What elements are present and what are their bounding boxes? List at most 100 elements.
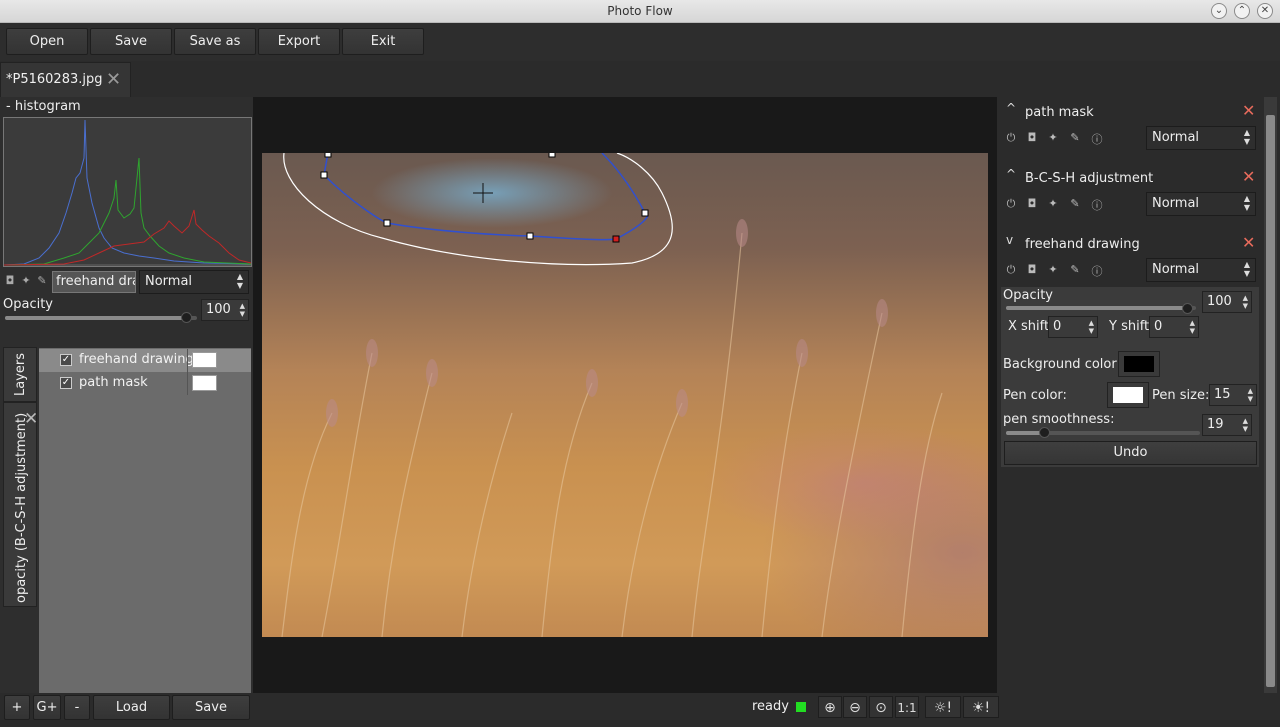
background-color-swatch	[1124, 356, 1154, 372]
close-layer-icon[interactable]: ✕	[1242, 101, 1255, 120]
side-tabs: Layers ✕ opacity (B-C-S-H adjustment)	[3, 345, 38, 640]
layer-editor-title: path mask	[1025, 105, 1094, 120]
save-as-button[interactable]: Save as	[174, 28, 256, 55]
highlight-warning-icon[interactable]: ☼!	[925, 696, 961, 718]
opacity-slider-fill	[5, 316, 188, 320]
open-button[interactable]: Open	[6, 28, 88, 55]
info-icon[interactable]: ⓘ	[1090, 197, 1104, 213]
layer-editor-path-mask: ^ path mask ✕ ⏻ ◘ ✦ ✎ ⓘ Normal ▲ ▼	[1001, 101, 1261, 161]
collapse-icon[interactable]: ^	[1006, 167, 1016, 181]
pen-smoothness-slider-knob[interactable]	[1038, 427, 1050, 438]
pencil-icon[interactable]: ✎	[1068, 197, 1082, 210]
background-color-label: Background color:	[1003, 357, 1121, 372]
visibility-icon[interactable]: ◘	[1025, 263, 1039, 276]
collapse-icon[interactable]: ^	[1006, 101, 1016, 115]
add-group-button[interactable]: G+	[33, 695, 61, 720]
blend-mode-select[interactable]: Normal ▲ ▼	[1146, 192, 1256, 216]
freehand-settings	[1001, 287, 1259, 467]
zoom-in-icon[interactable]: ⊕	[818, 696, 842, 718]
pin-icon[interactable]: ✦	[1046, 263, 1060, 276]
remove-layer-button[interactable]: -	[64, 695, 90, 720]
undo-button[interactable]: Undo	[1004, 441, 1257, 465]
visibility-icon[interactable]: ◘	[4, 275, 16, 287]
expand-icon[interactable]: v	[1006, 233, 1013, 247]
maximize-icon[interactable]: ⌃	[1234, 3, 1250, 19]
opacity-spinbox[interactable]: 100 ▲ ▼	[201, 299, 249, 321]
add-layer-button[interactable]: +	[4, 695, 30, 720]
pin-icon[interactable]: ✦	[1046, 131, 1060, 144]
pencil-icon[interactable]: ✎	[36, 275, 48, 287]
export-button[interactable]: Export	[258, 28, 340, 55]
layer-row[interactable]: ✓ freehand drawing	[39, 349, 251, 372]
spin-arrows-icon: ▲ ▼	[1242, 417, 1248, 433]
spin-arrows-icon: ▲ ▼	[1243, 194, 1250, 212]
fh-opacity-slider[interactable]	[1006, 306, 1196, 310]
save-button[interactable]: Save	[90, 28, 172, 55]
tab-opacity[interactable]: ✕ opacity (B-C-S-H adjustment)	[3, 402, 38, 607]
info-icon[interactable]: ⓘ	[1090, 131, 1104, 147]
zoom-100-button[interactable]: 1:1	[895, 696, 919, 718]
close-window-icon[interactable]: ✕	[1257, 3, 1273, 19]
histogram-header[interactable]: - histogram	[6, 99, 81, 114]
shadow-warning-icon[interactable]: ☀!	[963, 696, 999, 718]
save-preset-button[interactable]: Save	[172, 695, 250, 720]
visibility-icon[interactable]: ◘	[1025, 131, 1039, 144]
spin-arrows-icon: ▲ ▼	[1243, 128, 1250, 146]
window-title: Photo Flow	[607, 4, 673, 18]
spin-arrows-icon: ▲ ▼	[236, 272, 243, 290]
right-scrollbar[interactable]	[1264, 97, 1277, 693]
load-preset-button[interactable]: Load	[93, 695, 170, 720]
opacity-slider[interactable]	[5, 316, 197, 320]
layer-row[interactable]: ✓ path mask	[39, 372, 251, 395]
pen-smoothness-spinbox[interactable]: 19 ▲ ▼	[1202, 414, 1252, 436]
pen-size-spinbox[interactable]: 15 ▲ ▼	[1209, 384, 1257, 406]
pencil-icon[interactable]: ✎	[1068, 131, 1082, 144]
pencil-icon[interactable]: ✎	[1068, 263, 1082, 276]
tab-layers[interactable]: Layers	[3, 347, 37, 402]
fh-opacity-label: Opacity	[1003, 288, 1054, 303]
power-icon[interactable]: ⏻	[1004, 197, 1018, 211]
background-color-button[interactable]	[1118, 351, 1160, 377]
layer-editor-title: B-C-S-H adjustment	[1025, 171, 1154, 186]
image-canvas[interactable]	[262, 153, 988, 637]
spin-arrows-icon: ▲ ▼	[1189, 319, 1195, 335]
spin-arrows-icon: ▲ ▼	[1088, 319, 1094, 335]
zoom-fit-icon[interactable]: ⊙	[869, 696, 893, 718]
status-text: ready	[752, 699, 789, 714]
pin-icon[interactable]: ✦	[20, 275, 32, 287]
layer-visible-checkbox[interactable]: ✓	[60, 377, 72, 389]
blend-mode-select[interactable]: Normal ▲ ▼	[1146, 126, 1256, 150]
layer-list: ✓ freehand drawing ✓ path mask	[39, 348, 251, 693]
power-icon[interactable]: ⏻	[1004, 131, 1018, 145]
fh-opacity-value: 100	[1207, 294, 1232, 309]
zoom-out-icon[interactable]: ⊖	[843, 696, 867, 718]
mask-control-points	[320, 153, 649, 243]
spin-arrows-icon: ▲ ▼	[239, 302, 245, 318]
blend-mode-select[interactable]: Normal ▲ ▼	[1146, 258, 1256, 282]
pin-icon[interactable]: ✦	[1046, 197, 1060, 210]
layer-visible-checkbox[interactable]: ✓	[60, 354, 72, 366]
layer-name-field[interactable]: freehand drawing	[52, 271, 136, 293]
pen-smoothness-slider[interactable]	[1006, 431, 1200, 435]
pen-color-button[interactable]	[1107, 382, 1149, 408]
xshift-spinbox[interactable]: 0 ▲ ▼	[1048, 316, 1098, 338]
close-tab-icon[interactable]: ✕	[106, 69, 121, 90]
fh-opacity-spinbox[interactable]: 100 ▲ ▼	[1202, 291, 1252, 313]
exit-button[interactable]: Exit	[342, 28, 424, 55]
blend-mode-select[interactable]: Normal ▲ ▼	[139, 270, 249, 294]
power-icon[interactable]: ⏻	[1004, 263, 1018, 277]
pen-smoothness-label: pen smoothness:	[1003, 412, 1115, 427]
visibility-icon[interactable]: ◘	[1025, 197, 1039, 210]
info-icon[interactable]: ⓘ	[1090, 263, 1104, 279]
minimize-icon[interactable]: ⌄	[1211, 3, 1227, 19]
layer-mask-swatch[interactable]	[192, 352, 217, 368]
layer-editor-freehand: v freehand drawing ✕ ⏻ ◘ ✦ ✎ ⓘ Normal ▲ ▼	[1001, 233, 1261, 287]
yshift-spinbox[interactable]: 0 ▲ ▼	[1149, 316, 1199, 338]
histogram-green-curve	[3, 157, 252, 266]
close-layer-icon[interactable]: ✕	[1242, 233, 1255, 252]
layer-mask-swatch[interactable]	[192, 375, 217, 391]
tab-image[interactable]: *P5160283.jpg ✕	[0, 62, 131, 98]
close-layer-icon[interactable]: ✕	[1242, 167, 1255, 186]
scrollbar-thumb[interactable]	[1266, 115, 1275, 687]
spin-arrows-icon: ▲ ▼	[1247, 387, 1253, 403]
